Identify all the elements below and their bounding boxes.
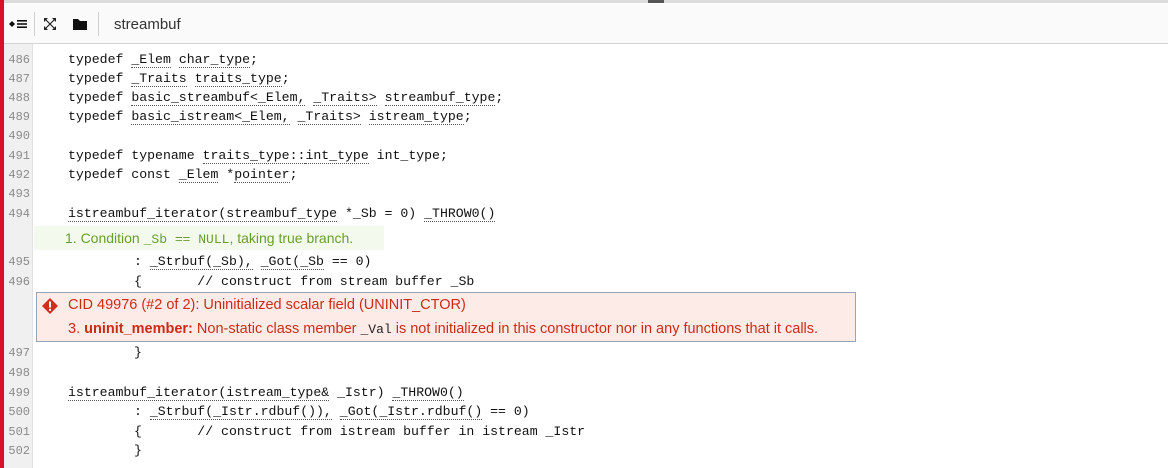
top-divider bbox=[4, 0, 1168, 3]
outline-toggle-icon bbox=[9, 20, 27, 28]
code-viewer[interactable]: 486 typedef _Elem char_type; 487 typedef _T… bbox=[4, 44, 1168, 468]
code-line: : _Strbuf(_Istr.rdbuf()), _Got(_Istr.rdb… bbox=[134, 404, 530, 420]
folder-icon bbox=[73, 19, 87, 30]
line-number: 493 bbox=[8, 187, 30, 201]
file-name: streambuf bbox=[114, 16, 181, 33]
code-line: typedef basic_streambuf<_Elem, _Traits> … bbox=[68, 90, 504, 106]
line-number: 494 bbox=[8, 207, 30, 221]
line-number: 502 bbox=[8, 444, 30, 458]
code-line: istreambuf_iterator(istream_type& _Istr)… bbox=[68, 385, 464, 401]
source-toolbar: streambuf bbox=[4, 4, 1168, 44]
event-code: _Sb == NULL bbox=[143, 232, 230, 247]
defect-step-text-2: is not initialized in this constructor n… bbox=[391, 321, 819, 337]
code-line: } bbox=[134, 443, 142, 458]
line-number: 488 bbox=[8, 91, 30, 105]
line-number: 498 bbox=[8, 366, 30, 380]
code-line: istreambuf_iterator(streambuf_type *_Sb … bbox=[68, 206, 496, 222]
defect-title[interactable]: CID 49976 (#2 of 2): Uninitialized scala… bbox=[68, 297, 466, 313]
code-line: : _Strbuf(_Sb), _Got(_Sb == 0) bbox=[134, 254, 372, 270]
event-prefix: 1. Condition bbox=[65, 230, 144, 246]
line-number: 499 bbox=[8, 386, 30, 400]
line-number: 487 bbox=[8, 72, 30, 86]
code-line: } bbox=[134, 345, 142, 360]
event-suffix: , taking true branch. bbox=[229, 230, 354, 246]
line-number: 496 bbox=[8, 275, 30, 289]
folder-button[interactable] bbox=[66, 9, 94, 39]
line-number: 500 bbox=[8, 405, 30, 419]
line-number: 497 bbox=[8, 346, 30, 360]
line-number: 495 bbox=[8, 255, 30, 269]
toolbar-separator bbox=[34, 12, 35, 36]
defect-member: _Val bbox=[360, 322, 392, 337]
line-number: 489 bbox=[8, 110, 30, 124]
defect-step-number: 3. bbox=[68, 321, 81, 337]
toolbar-separator bbox=[98, 12, 99, 36]
defect-panel[interactable]: CID 49976 (#2 of 2): Uninitialized scala… bbox=[36, 292, 856, 342]
code-line: typedef typename traits_type::int_type i… bbox=[68, 148, 448, 164]
code-line: typedef _Traits traits_type; bbox=[68, 71, 290, 87]
expand-button[interactable] bbox=[36, 9, 64, 39]
code-line: typedef _Elem char_type; bbox=[68, 52, 258, 68]
expand-icon bbox=[44, 18, 56, 30]
line-number: 492 bbox=[8, 168, 30, 182]
line-number: 490 bbox=[8, 129, 30, 143]
defect-step-text: Non-static class member bbox=[192, 321, 361, 337]
line-number: 486 bbox=[8, 53, 30, 67]
resize-grip[interactable] bbox=[648, 0, 664, 3]
code-line: { // construct from stream buffer _Sb bbox=[134, 274, 475, 289]
line-number: 491 bbox=[8, 149, 30, 163]
code-line: typedef basic_istream<_Elem, _Traits> is… bbox=[68, 109, 472, 125]
defect-diamond-icon bbox=[42, 298, 58, 314]
line-number: 501 bbox=[8, 425, 30, 439]
defect-step-label: uninit_member: bbox=[84, 321, 193, 337]
outline-toggle-button[interactable] bbox=[4, 9, 32, 39]
defect-event: 3. uninit_member: Non-static class membe… bbox=[68, 321, 818, 337]
code-line: typedef const _Elem *pointer; bbox=[68, 167, 298, 183]
event-annotation[interactable]: 1. Condition _Sb == NULL, taking true br… bbox=[34, 226, 384, 250]
code-line: { // construct from istream buffer in is… bbox=[134, 424, 586, 439]
